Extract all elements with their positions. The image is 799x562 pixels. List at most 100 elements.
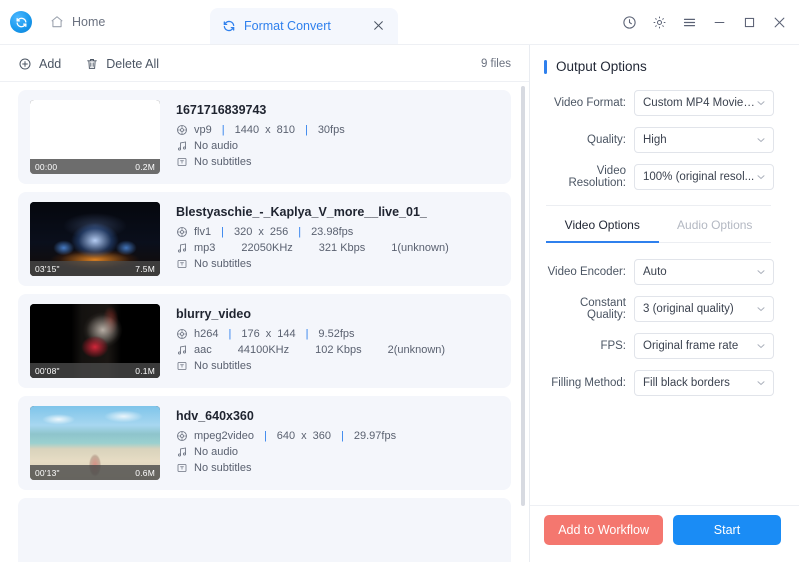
history-icon[interactable] [619, 12, 639, 32]
menu-icon[interactable] [679, 12, 699, 32]
fps-label: FPS: [600, 340, 626, 352]
video-height: 144 [277, 327, 296, 340]
audio-info-row: No audio [176, 446, 499, 458]
video-format-value: Custom MP4 Movie(... [643, 97, 755, 109]
title-bar: Home Format Convert [0, 0, 799, 44]
file-panel: Add Delete All 9 files 00:00 0.2M 167171… [0, 45, 530, 562]
video-fps: 30fps [317, 123, 345, 136]
video-width: 176 [241, 327, 260, 340]
chevron-down-icon [755, 134, 767, 146]
divider: | [341, 429, 344, 442]
action-footer: Add to Workflow Start [530, 506, 799, 562]
file-meta: Blestyaschie_-_Kaplya_V_more__live_01_ f… [176, 205, 499, 274]
gear-icon[interactable] [649, 12, 669, 32]
home-icon [50, 15, 64, 29]
filling-method-row: Filling Method: Fill black borders [538, 370, 781, 396]
footer-divider [530, 505, 799, 506]
tab-audio-options[interactable]: Audio Options [658, 218, 771, 243]
constant-quality-select[interactable]: 3 (original quality) [634, 296, 774, 322]
add-button[interactable]: Add [18, 57, 61, 71]
audio-sample-rate: 22050KHz [241, 241, 293, 254]
video-codec: mpeg2video [194, 429, 254, 442]
file-list-item[interactable]: 00'13" 0.6M hdv_640x360 mpeg2video | 640… [18, 396, 511, 490]
add-label: Add [39, 56, 62, 71]
start-button[interactable]: Start [673, 515, 781, 545]
video-info-row: mpeg2video | 640 x 360 | 29.97fps [176, 430, 499, 442]
tab-close-icon[interactable] [372, 19, 386, 33]
duration-label: 00'13" [35, 467, 60, 478]
app-logo-icon [10, 11, 32, 33]
video-encoder-select[interactable]: Auto [634, 259, 774, 285]
audio-info-row: mp3 22050KHz 321 Kbps 1(unknown) [176, 242, 499, 254]
thumbnail: 00'13" 0.6M [30, 406, 160, 480]
size-label: 7.5M [135, 263, 155, 274]
file-list-container: 00:00 0.2M 1671716839743 vp9 | 1440 x 81… [0, 82, 529, 562]
quality-row: Quality: High [538, 127, 781, 153]
video-format-row: Video Format: Custom MP4 Movie(... [538, 90, 781, 116]
fps-value: Original frame rate [643, 340, 739, 352]
music-note-icon [176, 140, 188, 152]
file-name: Blestyaschie_-_Kaplya_V_more__live_01_ [176, 204, 427, 219]
thumbnail: 00:00 0.2M [30, 100, 160, 174]
file-list-scrollbar[interactable] [521, 86, 525, 506]
home-label: Home [72, 15, 106, 29]
audio-info-row: No audio [176, 140, 499, 152]
audio-codec: No audio [194, 139, 239, 152]
thumbnail: 00'08" 0.1M [30, 304, 160, 378]
video-format-select[interactable]: Custom MP4 Movie(... [634, 90, 774, 116]
audio-info-row: aac 44100KHz 102 Kbps 2(unknown) [176, 344, 499, 356]
quality-label: Quality: [587, 134, 626, 146]
subtitle-icon [176, 360, 188, 372]
video-width: 1440 [234, 123, 260, 136]
constant-quality-label: Constant Quality: [579, 297, 626, 321]
maximize-icon[interactable] [739, 12, 759, 32]
audio-channels: 2(unknown) [387, 343, 446, 356]
subtitle-info: No subtitles [194, 155, 252, 168]
audio-codec: mp3 [194, 241, 216, 254]
audio-codec: No audio [194, 445, 239, 458]
video-encoder-row: Video Encoder: Auto [538, 259, 781, 285]
file-meta: hdv_640x360 mpeg2video | 640 x 360 | 29.… [176, 409, 499, 478]
title-bar-left: Home [0, 0, 113, 44]
thumbnail-info-bar: 00'13" 0.6M [30, 465, 160, 480]
file-list-item[interactable]: 00:00 0.2M 1671716839743 vp9 | 1440 x 81… [18, 90, 511, 184]
duration-label: 00'08" [35, 365, 60, 376]
delete-all-button[interactable]: Delete All [85, 57, 159, 71]
quality-select[interactable]: High [634, 127, 774, 153]
video-height: 810 [276, 123, 295, 136]
subtitle-info-row: No subtitles [176, 360, 499, 372]
video-encoder-label: Video Encoder: [547, 266, 626, 278]
filling-method-select[interactable]: Fill black borders [634, 370, 774, 396]
video-resolution-label: Video Resolution: [568, 165, 626, 189]
size-label: 0.6M [135, 467, 155, 478]
delete-all-label: Delete All [106, 56, 160, 71]
window-close-icon[interactable] [769, 12, 789, 32]
divider: | [304, 123, 308, 136]
file-list: 00:00 0.2M 1671716839743 vp9 | 1440 x 81… [0, 90, 529, 562]
video-resolution-select[interactable]: 100% (original resol... [634, 164, 774, 190]
tab-label: Format Convert [244, 19, 331, 33]
tab-format-convert[interactable]: Format Convert [210, 8, 398, 44]
filling-method-label: Filling Method: [551, 377, 626, 389]
minimize-icon[interactable] [709, 12, 729, 32]
file-list-item[interactable]: 00'08" 0.1M blurry_video h264 | 176 x 14… [18, 294, 511, 388]
video-codec: vp9 [194, 123, 212, 136]
file-list-item[interactable] [18, 498, 511, 562]
duration-label: 03'15" [35, 263, 60, 274]
plus-circle-icon [18, 57, 32, 71]
fps-select[interactable]: Original frame rate [634, 333, 774, 359]
filling-method-value: Fill black borders [643, 377, 730, 389]
add-to-workflow-button[interactable]: Add to Workflow [544, 515, 663, 545]
divider: | [228, 327, 232, 340]
tab-video-options[interactable]: Video Options [546, 218, 659, 243]
thumbnail-info-bar: 00'08" 0.1M [30, 363, 160, 378]
music-note-icon [176, 242, 188, 254]
app-window: Home Format Convert Add Delete All 9 fil… [0, 0, 799, 562]
file-list-item[interactable]: 03'15" 7.5M Blestyaschie_-_Kaplya_V_more… [18, 192, 511, 286]
video-options-body: Video Encoder: Auto Constant Quality: 3 … [538, 259, 781, 396]
home-nav-item[interactable]: Home [42, 7, 113, 37]
subtitle-icon [176, 258, 188, 270]
video-codec: h264 [194, 327, 219, 340]
thumbnail-info-bar: 03'15" 7.5M [30, 261, 160, 276]
chevron-down-icon [755, 340, 767, 352]
